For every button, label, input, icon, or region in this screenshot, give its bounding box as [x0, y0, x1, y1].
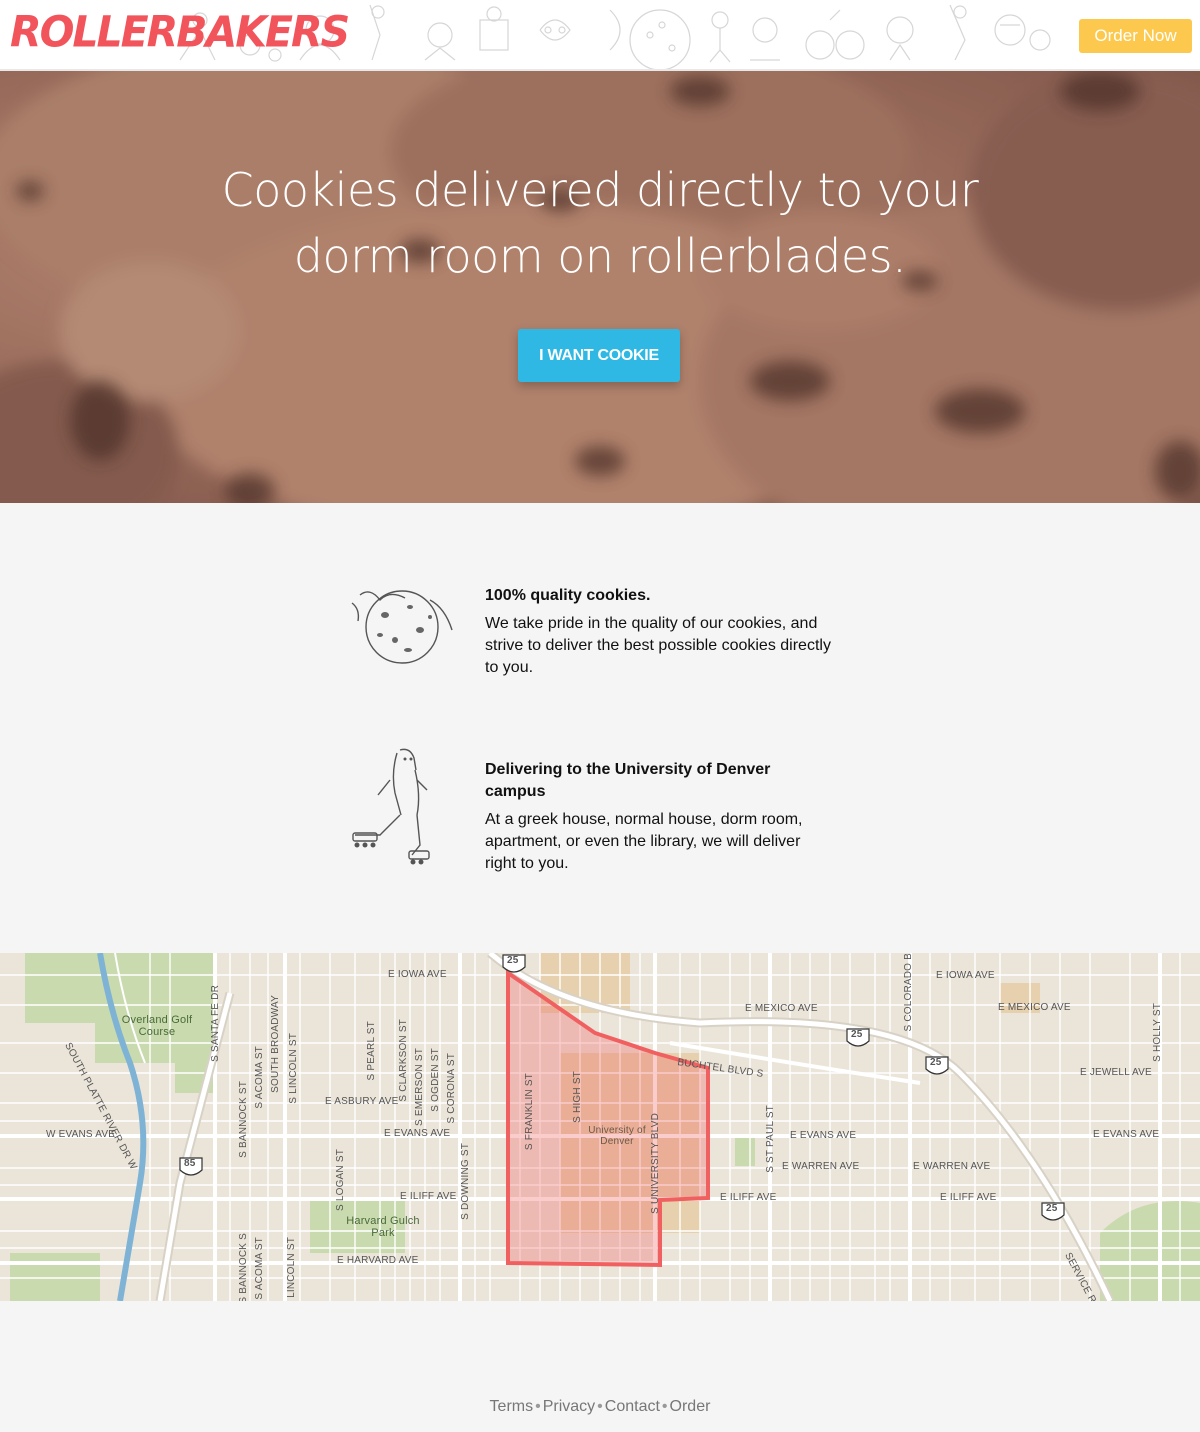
street-harvard: E HARVARD AVE: [337, 1255, 419, 1266]
street-evans-w: W EVANS AVE: [46, 1129, 116, 1140]
order-now-button[interactable]: Order Now: [1079, 19, 1192, 53]
i25-shield-d: 25: [1046, 1203, 1058, 1214]
street-st-paul: S ST PAUL ST: [765, 1105, 776, 1173]
street-corona: S CORONA ST: [446, 1053, 457, 1124]
i-want-cookie-button[interactable]: I WANT COOKIE: [518, 329, 680, 382]
hero-title: Cookies delivered directly to your dorm …: [200, 157, 1000, 289]
street-evans-2: E EVANS AVE: [790, 1130, 857, 1141]
i25-shield-c: 25: [930, 1057, 942, 1068]
hero-title-line-2: dorm room on rollerblades.: [293, 229, 907, 283]
street-pearl: S PEARL ST: [366, 1021, 377, 1081]
place-harvard-gulch-line2: Park: [371, 1227, 395, 1239]
feature-quality: 100% quality cookies. We take pride in t…: [330, 585, 870, 695]
street-holly: S HOLLY ST: [1152, 1003, 1163, 1062]
street-evans-3: E EVANS AVE: [1093, 1129, 1160, 1140]
place-harvard-gulch: Harvard Gulch Park: [338, 1215, 428, 1239]
street-warren-2: E WARREN AVE: [913, 1161, 991, 1172]
street-lincoln-2: S LINCOLN ST: [286, 1237, 297, 1301]
street-south-broadway: SOUTH BROADWAY: [270, 995, 281, 1093]
place-du-line2: Denver: [600, 1136, 634, 1147]
place-du-line1: University of: [588, 1125, 646, 1136]
footer-link-terms[interactable]: Terms: [490, 1398, 534, 1415]
street-logan: S LOGAN ST: [335, 1149, 346, 1212]
place-harvard-gulch-line1: Harvard Gulch: [346, 1215, 420, 1227]
street-acoma-2: S ACOMA ST: [254, 1237, 265, 1300]
street-mexico-2: E MEXICO AVE: [998, 1002, 1071, 1013]
hero-title-line-1: Cookies delivered directly to your: [221, 163, 979, 217]
street-jewell: E JEWELL AVE: [1080, 1067, 1152, 1078]
street-clarkson: S CLARKSON ST: [398, 1019, 409, 1102]
place-overland-line2: Course: [138, 1026, 176, 1038]
site-footer: Terms • Privacy • Contact • Order: [0, 1398, 1200, 1416]
footer-link-privacy[interactable]: Privacy: [543, 1398, 595, 1415]
street-lincoln: S LINCOLN ST: [288, 1033, 299, 1104]
street-ogden: S OGDEN ST: [430, 1048, 441, 1112]
feature-quality-title: 100% quality cookies.: [485, 587, 651, 604]
rollerblader-icon: [352, 748, 430, 865]
street-franklin: S FRANKLIN ST: [524, 1073, 535, 1151]
feature-delivery: Delivering to the University of Denver c…: [330, 745, 870, 875]
i25-shield-b: 25: [851, 1029, 863, 1040]
footer-link-contact[interactable]: Contact: [605, 1398, 660, 1415]
cookie-icon: [351, 590, 453, 664]
feature-delivery-description: At a greek house, normal house, dorm roo…: [485, 811, 803, 872]
delivery-area-map[interactable]: 25 25 25 25 85 E IOWA AVE E IOWA AVE E M…: [0, 953, 1200, 1301]
place-overland-golf: Overland Golf Course: [118, 1014, 196, 1038]
street-iliff-1: E ILIFF AVE: [400, 1191, 457, 1202]
us85-shield: 85: [184, 1158, 196, 1169]
feature-delivery-title: Delivering to the University of Denver c…: [485, 761, 771, 800]
street-santa-fe: S SANTA FE DR: [210, 985, 221, 1062]
street-evans-1: E EVANS AVE: [384, 1128, 451, 1139]
place-university-of-denver: University of Denver: [578, 1125, 656, 1147]
hero-section: Cookies delivered directly to your dorm …: [0, 71, 1200, 503]
site-logo[interactable]: ROLLERBAKERS: [10, 7, 350, 57]
street-mexico-1: E MEXICO AVE: [745, 1003, 818, 1014]
street-iliff-3: E ILIFF AVE: [940, 1192, 997, 1203]
footer-separator: •: [535, 1398, 541, 1415]
footer-link-order[interactable]: Order: [670, 1398, 711, 1415]
street-iowa-e: E IOWA AVE: [936, 970, 995, 981]
place-overland-line1: Overland Golf: [121, 1014, 193, 1026]
i25-shield-a: 25: [507, 955, 519, 966]
street-iliff-2: E ILIFF AVE: [720, 1192, 777, 1203]
site-header: ROLLERBAKERS Order Now: [0, 0, 1200, 71]
street-downing: S DOWNING ST: [460, 1143, 471, 1220]
footer-separator: •: [597, 1398, 603, 1415]
street-bannock-2: S BANNOCK S: [238, 1233, 249, 1301]
street-warren-1: E WARREN AVE: [782, 1161, 860, 1172]
feature-quality-description: We take pride in the quality of our cook…: [485, 615, 831, 676]
street-iowa-w: E IOWA AVE: [388, 969, 447, 980]
street-acoma: S ACOMA ST: [254, 1046, 265, 1109]
street-asbury: E ASBURY AVE: [325, 1096, 399, 1107]
street-emerson: S EMERSON ST: [414, 1048, 425, 1126]
street-high: S HIGH ST: [572, 1071, 583, 1123]
street-colorado: S COLORADO B: [903, 953, 914, 1032]
street-bannock: S BANNOCK ST: [238, 1081, 249, 1158]
footer-separator: •: [661, 1398, 668, 1415]
